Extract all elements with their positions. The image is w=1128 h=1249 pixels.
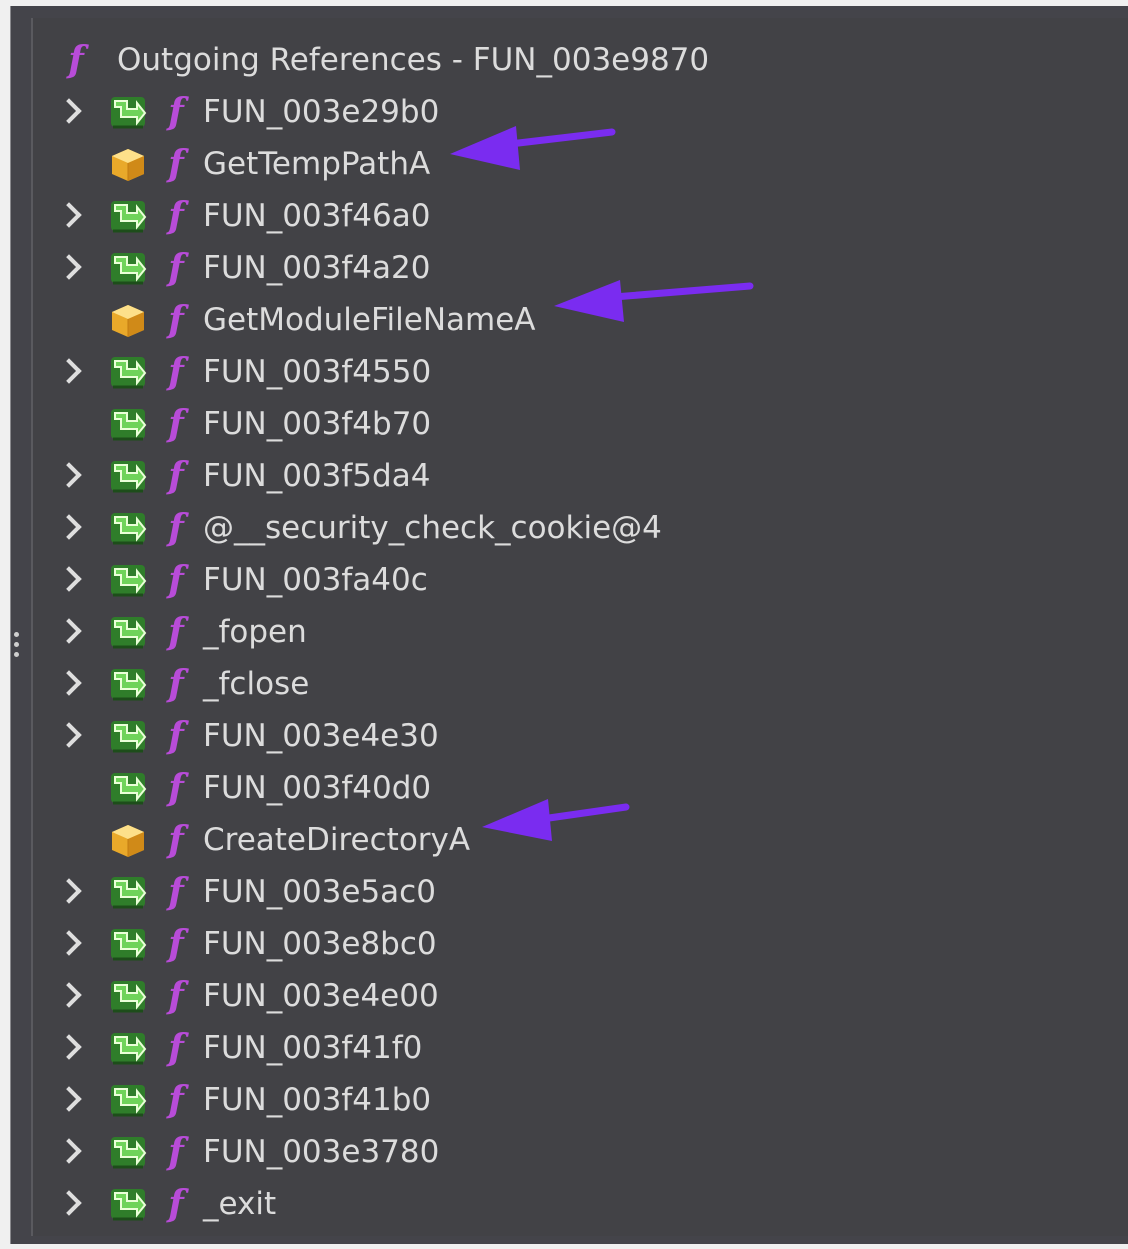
function-icon: f — [68, 39, 84, 81]
chevron-right-icon[interactable] — [56, 982, 82, 1008]
window-frame: f Outgoing References - FUN_003e9870 f FU… — [0, 0, 1128, 1249]
function-icon: f — [168, 715, 184, 757]
function-icon: f — [168, 247, 184, 289]
tree-row-label: CreateDirectoryA — [203, 822, 471, 858]
function-icon: f — [168, 611, 184, 653]
external-function-icon — [108, 823, 148, 859]
call-reference-icon — [109, 251, 149, 287]
external-function-icon — [108, 303, 148, 339]
call-reference-icon — [109, 1187, 149, 1223]
function-icon: f — [168, 1183, 184, 1225]
call-reference-icon — [109, 771, 149, 807]
tree-row-label: GetTempPathA — [203, 146, 431, 182]
call-reference-icon — [109, 979, 149, 1015]
function-icon: f — [168, 559, 184, 601]
chevron-right-icon[interactable] — [56, 1034, 82, 1060]
function-icon: f — [168, 403, 184, 445]
chevron-right-icon[interactable] — [56, 1138, 82, 1164]
call-reference-icon — [109, 875, 149, 911]
call-reference-icon — [109, 511, 149, 547]
chevron-right-icon[interactable] — [56, 566, 82, 592]
function-icon: f — [168, 195, 184, 237]
tree-row-label: FUN_003f41b0 — [203, 1082, 432, 1118]
call-reference-icon — [109, 1083, 149, 1119]
tree-row-label: FUN_003f41f0 — [203, 1030, 423, 1066]
chevron-right-icon[interactable] — [56, 878, 82, 904]
function-icon: f — [168, 975, 184, 1017]
chevron-right-icon[interactable] — [56, 1190, 82, 1216]
tree-row-label: FUN_003f4550 — [203, 354, 432, 390]
chevron-right-icon[interactable] — [56, 254, 82, 280]
tree-row-label: _exit — [203, 1186, 277, 1222]
reference-tree[interactable]: f Outgoing References - FUN_003e9870 f FU… — [31, 18, 1128, 1236]
tree-root-label: Outgoing References - FUN_003e9870 — [117, 42, 710, 78]
call-reference-icon — [109, 95, 149, 131]
call-reference-icon — [109, 719, 149, 755]
function-icon: f — [168, 455, 184, 497]
function-icon: f — [168, 351, 184, 393]
chevron-right-icon[interactable] — [56, 202, 82, 228]
call-reference-icon — [109, 563, 149, 599]
tree-row-label: FUN_003e4e30 — [203, 718, 439, 754]
chevron-right-icon[interactable] — [56, 514, 82, 540]
function-icon: f — [168, 91, 184, 133]
annotation-arrow-icon — [482, 799, 630, 841]
function-icon: f — [168, 1079, 184, 1121]
tree-row-label: GetModuleFileNameA — [203, 302, 536, 338]
function-icon: f — [168, 871, 184, 913]
tree-row-label: FUN_003e8bc0 — [203, 926, 437, 962]
call-reference-icon — [109, 1031, 149, 1067]
tree-row-label: FUN_003f5da4 — [203, 458, 431, 494]
chevron-right-icon[interactable] — [56, 358, 82, 384]
function-icon: f — [168, 663, 184, 705]
tree-row-label: FUN_003e4e00 — [203, 978, 439, 1014]
tree-row-label: _fclose — [203, 666, 310, 702]
tree-row-label: FUN_003f46a0 — [203, 198, 431, 234]
chevron-right-icon[interactable] — [56, 462, 82, 488]
function-icon: f — [168, 143, 184, 185]
tree-row-label: FUN_003f4b70 — [203, 406, 432, 442]
function-icon: f — [168, 819, 184, 861]
splitter-handle[interactable] — [14, 632, 22, 672]
tree-row-label: FUN_003e5ac0 — [203, 874, 436, 910]
call-reference-icon — [109, 615, 149, 651]
chevron-right-icon[interactable] — [56, 98, 82, 124]
call-reference-icon — [109, 667, 149, 703]
function-icon: f — [168, 1027, 184, 1069]
function-icon: f — [168, 299, 184, 341]
call-reference-icon — [109, 459, 149, 495]
function-icon: f — [168, 767, 184, 809]
chevron-right-icon[interactable] — [56, 670, 82, 696]
outgoing-calls-panel: f Outgoing References - FUN_003e9870 f FU… — [10, 6, 1128, 1244]
call-reference-icon — [109, 927, 149, 963]
function-icon: f — [168, 923, 184, 965]
tree-row-label: FUN_003e29b0 — [203, 94, 440, 130]
annotation-arrow-icon — [450, 126, 616, 170]
call-reference-icon — [109, 407, 149, 443]
chevron-right-icon[interactable] — [56, 1086, 82, 1112]
chevron-right-icon[interactable] — [56, 722, 82, 748]
function-icon: f — [168, 507, 184, 549]
tree-row-label: FUN_003f4a20 — [203, 250, 431, 286]
tree-row-label: @__security_check_cookie@4 — [203, 510, 662, 546]
chevron-right-icon[interactable] — [56, 618, 82, 644]
tree-row-label: FUN_003f40d0 — [203, 770, 432, 806]
annotation-arrow-icon — [554, 280, 754, 322]
tree-row-label: FUN_003fa40c — [203, 562, 428, 598]
call-reference-icon — [109, 199, 149, 235]
function-icon: f — [168, 1131, 184, 1173]
chevron-right-icon[interactable] — [56, 930, 82, 956]
call-reference-icon — [109, 1135, 149, 1171]
tree-row-label: FUN_003e3780 — [203, 1134, 440, 1170]
call-reference-icon — [109, 355, 149, 391]
external-function-icon — [108, 147, 148, 183]
tree-row-label: _fopen — [203, 614, 307, 650]
